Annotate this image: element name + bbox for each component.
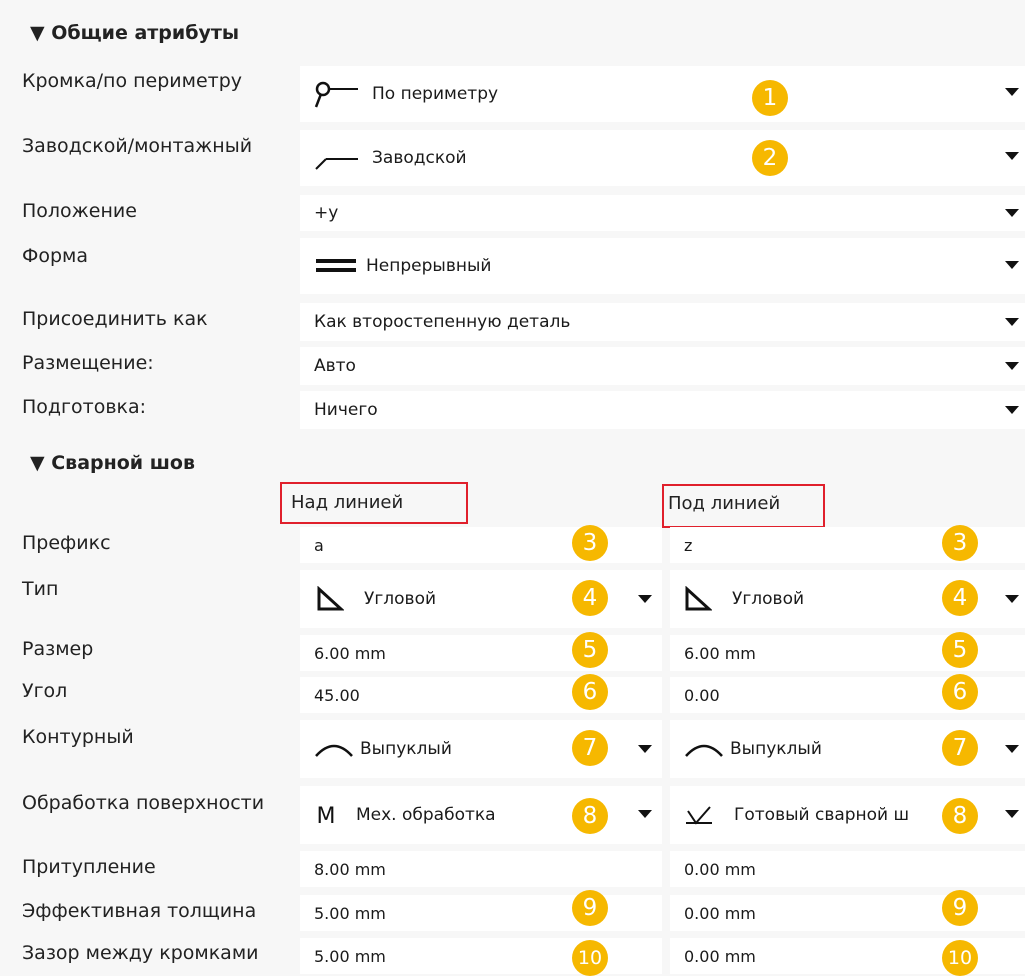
callout-badge: 4 (942, 580, 978, 616)
label-workshop-site: Заводской/монтажный (22, 135, 253, 157)
workshop-site-select[interactable]: Заводской (300, 130, 1025, 186)
fillet-weld-icon (684, 586, 712, 612)
callout-badge: 6 (572, 674, 608, 710)
shape-value: Непрерывный (366, 256, 492, 276)
continuous-line-icon (314, 255, 358, 277)
size-below-value: 6.00 mm (684, 643, 756, 663)
root-face-above-input[interactable]: 8.00 mm (300, 851, 662, 887)
chevron-down-icon[interactable] (1005, 88, 1019, 96)
label-shape: Форма (22, 245, 89, 267)
svg-text:M: M (317, 804, 336, 827)
root-face-below-input[interactable]: 0.00 mm (670, 851, 1025, 887)
contour-above-value: Выпуклый (360, 739, 452, 759)
prefix-below-value: z (684, 535, 693, 555)
label-contour: Контурный (22, 726, 134, 748)
chevron-down-icon[interactable] (1005, 745, 1019, 753)
chevron-down-icon[interactable] (1005, 209, 1019, 217)
callout-badge: 3 (942, 525, 978, 561)
chevron-down-icon[interactable] (638, 745, 652, 753)
callout-badge: 8 (572, 798, 608, 834)
convex-icon (684, 738, 724, 760)
callout-badge: 5 (572, 632, 608, 668)
perimeter-icon (312, 79, 360, 109)
column-header-above: Над линией (291, 492, 404, 513)
root-face-above-value: 8.00 mm (314, 859, 386, 879)
workshop-site-value: Заводской (372, 148, 467, 168)
label-placement: Размещение: (22, 352, 154, 374)
prefix-above-value: a (314, 535, 324, 555)
callout-badge: 2 (752, 140, 788, 176)
angle-above-value: 45.00 (314, 685, 360, 705)
chevron-down-icon[interactable] (638, 595, 652, 603)
callout-badge: 5 (942, 632, 978, 668)
angle-below-value: 0.00 (684, 685, 720, 705)
effective-thickness-above-value: 5.00 mm (314, 903, 386, 923)
chevron-down-icon[interactable] (1005, 362, 1019, 370)
callout-badge: 6 (942, 674, 978, 710)
type-above-value: Угловой (364, 589, 437, 609)
edge-perimeter-select[interactable]: По периметру (300, 66, 1025, 122)
label-preparation: Подготовка: (22, 396, 147, 418)
label-root-gap: Зазор между кромками (22, 942, 259, 964)
shape-select[interactable]: Непрерывный (300, 238, 1025, 294)
label-size: Размер (22, 638, 94, 660)
label-root-face: Притупление (22, 856, 156, 878)
chevron-down-icon[interactable] (1005, 810, 1019, 818)
root-gap-below-value: 0.00 mm (684, 946, 756, 966)
chevron-down-icon[interactable] (1005, 406, 1019, 414)
type-below-value: Угловой (732, 589, 805, 609)
callout-badge: 3 (572, 525, 608, 561)
label-edge-perimeter: Кромка/по периметру (22, 70, 243, 92)
surface-finish-above-value: Мех. обработка (356, 805, 496, 825)
callout-badge: 9 (572, 890, 608, 926)
section-weld-title[interactable]: ▼ Сварной шов (30, 452, 195, 474)
label-surface-finish: Обработка поверхности (22, 792, 265, 814)
root-face-below-value: 0.00 mm (684, 859, 756, 879)
position-value: +y (314, 203, 339, 223)
label-type: Тип (22, 578, 59, 600)
as-welded-icon (684, 803, 714, 827)
workshop-icon (312, 143, 360, 173)
effective-thickness-above-input[interactable]: 5.00 mm (300, 895, 662, 931)
attach-as-select[interactable]: Как второстепенную деталь (300, 303, 1025, 341)
chevron-down-icon[interactable] (1005, 595, 1019, 603)
chevron-down-icon[interactable] (1005, 318, 1019, 326)
chevron-down-icon[interactable] (1005, 261, 1019, 269)
effective-thickness-below-value: 0.00 mm (684, 903, 756, 923)
label-attach-as: Присоединить как (22, 308, 208, 330)
preparation-select[interactable]: Ничего (300, 391, 1025, 429)
machining-icon: M (314, 803, 338, 827)
label-position: Положение (22, 200, 137, 222)
position-select[interactable]: +y (300, 195, 1025, 231)
chevron-down-icon[interactable] (1005, 152, 1019, 160)
callout-badge: 1 (752, 80, 788, 116)
callout-badge: 7 (572, 730, 608, 766)
section-general-title[interactable]: ▼ Общие атрибуты (30, 22, 239, 44)
column-header-below: Под линией (668, 493, 781, 514)
contour-below-value: Выпуклый (730, 739, 822, 759)
callout-badge: 10 (942, 940, 978, 976)
placement-select[interactable]: Авто (300, 347, 1025, 385)
chevron-down-icon[interactable] (638, 810, 652, 818)
root-gap-above-value: 5.00 mm (314, 946, 386, 966)
attach-as-value: Как второстепенную деталь (314, 312, 571, 332)
size-above-value: 6.00 mm (314, 643, 386, 663)
label-prefix: Префикс (22, 532, 111, 554)
callout-badge: 9 (942, 890, 978, 926)
callout-badge: 10 (572, 940, 608, 976)
placement-value: Авто (314, 356, 356, 376)
label-effective-thickness: Эффективная толщина (22, 900, 257, 922)
fillet-weld-icon (316, 586, 344, 612)
surface-finish-below-value: Готовый сварной ш (734, 805, 910, 825)
callout-badge: 8 (942, 798, 978, 834)
edge-perimeter-value: По периметру (372, 84, 499, 104)
convex-icon (314, 738, 354, 760)
label-angle: Угол (22, 680, 68, 702)
callout-badge: 4 (572, 580, 608, 616)
callout-badge: 7 (942, 730, 978, 766)
preparation-value: Ничего (314, 400, 378, 420)
